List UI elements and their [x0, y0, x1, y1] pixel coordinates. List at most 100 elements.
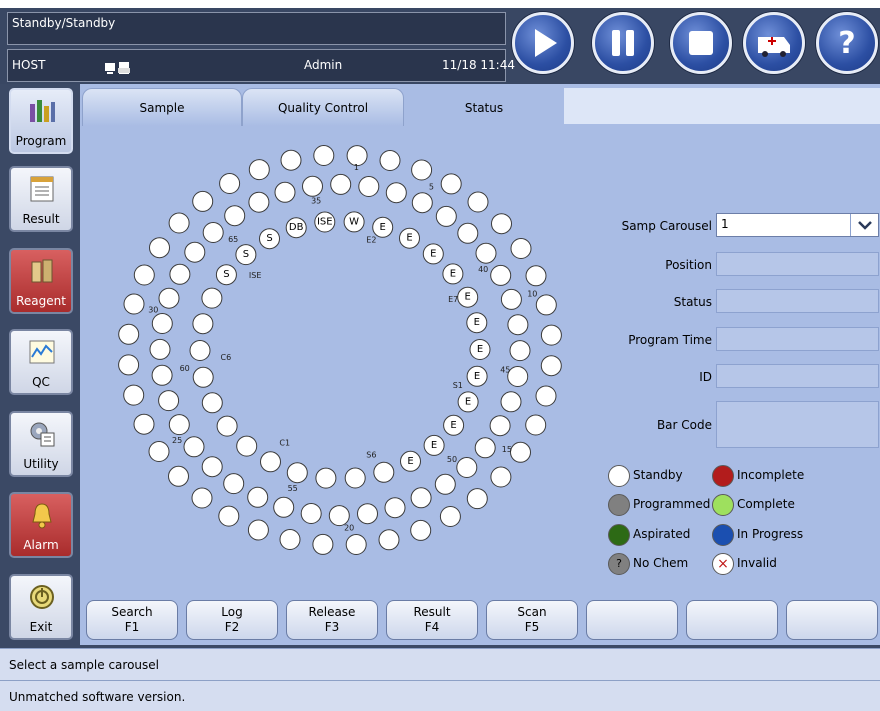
carousel-position[interactable] [500, 391, 522, 413]
carousel-position[interactable] [302, 175, 323, 197]
carousel-position[interactable] [435, 205, 457, 227]
carousel-position[interactable] [184, 241, 206, 263]
carousel-position[interactable] [500, 288, 522, 310]
start-button[interactable] [512, 12, 574, 74]
help-button[interactable]: ? [816, 12, 878, 74]
carousel-position[interactable]: E [400, 450, 421, 472]
blank-f8-button[interactable] [786, 600, 878, 640]
carousel-position[interactable] [236, 435, 258, 457]
carousel-position[interactable] [439, 506, 461, 527]
carousel-position[interactable]: S [215, 264, 237, 286]
carousel-position[interactable] [535, 294, 557, 316]
carousel-position[interactable] [219, 173, 241, 194]
carousel-position[interactable]: E [372, 216, 394, 238]
carousel-position[interactable]: E [422, 243, 444, 265]
chevron-down-icon[interactable] [850, 214, 878, 236]
carousel-position[interactable] [344, 467, 366, 489]
carousel-position[interactable] [168, 465, 189, 487]
carousel-position[interactable] [158, 287, 180, 309]
carousel-position[interactable] [123, 384, 145, 406]
carousel-position[interactable]: E [469, 339, 491, 360]
carousel-position[interactable] [274, 181, 296, 203]
carousel-position[interactable] [357, 503, 378, 525]
carousel-position[interactable] [330, 173, 352, 195]
carousel-position[interactable] [475, 242, 497, 264]
carousel-position[interactable] [440, 173, 462, 195]
carousel-position[interactable] [201, 287, 223, 309]
carousel-position[interactable] [273, 496, 295, 518]
carousel-position[interactable] [279, 529, 301, 550]
carousel-position[interactable] [247, 519, 269, 541]
carousel-position[interactable] [192, 313, 214, 335]
sidebar-item-exit[interactable]: Exit [9, 574, 73, 640]
carousel-position[interactable] [345, 534, 367, 555]
carousel-position[interactable] [192, 190, 214, 212]
carousel-position[interactable] [489, 415, 511, 437]
sidebar-item-qc[interactable]: QC [9, 329, 73, 395]
carousel-position[interactable] [434, 473, 456, 495]
carousel-position[interactable] [373, 461, 395, 483]
carousel-position[interactable] [300, 503, 322, 524]
carousel-position[interactable] [507, 314, 529, 336]
blank-f6-button[interactable] [586, 600, 678, 640]
carousel-position[interactable] [411, 159, 433, 181]
carousel-position[interactable]: S [235, 244, 257, 266]
carousel-position[interactable] [168, 212, 190, 234]
carousel-position[interactable]: ISE [314, 211, 336, 233]
tab-status[interactable]: Status [404, 88, 564, 126]
carousel-position[interactable]: E [423, 434, 445, 456]
carousel-position[interactable] [507, 366, 529, 387]
carousel-position[interactable] [378, 529, 400, 551]
carousel-position[interactable] [384, 497, 406, 519]
carousel-position[interactable] [201, 392, 223, 414]
carousel-position[interactable]: E [457, 286, 479, 308]
carousel-position[interactable] [123, 293, 145, 315]
carousel-position[interactable] [379, 150, 401, 171]
release-f3-button[interactable]: Release F3 [286, 600, 378, 640]
carousel-position[interactable] [158, 390, 180, 412]
result-f4-button[interactable]: Result F4 [386, 600, 478, 640]
carousel-position[interactable] [149, 338, 171, 360]
carousel-position[interactable] [224, 205, 246, 227]
carousel-position[interactable] [490, 264, 512, 286]
carousel-position[interactable] [466, 488, 488, 510]
carousel-position[interactable] [148, 441, 170, 462]
carousel-position[interactable] [456, 457, 478, 478]
carousel-position[interactable] [410, 487, 432, 509]
carousel-position[interactable] [535, 385, 557, 407]
emergency-button[interactable] [743, 12, 805, 74]
carousel-position[interactable] [223, 473, 245, 495]
carousel-position[interactable] [202, 222, 224, 243]
carousel-position[interactable] [183, 436, 205, 458]
carousel-position[interactable] [286, 462, 308, 484]
carousel-position[interactable]: S [259, 228, 280, 250]
carousel-position[interactable] [151, 313, 173, 334]
carousel-position[interactable] [248, 159, 270, 181]
carousel-position[interactable]: E [466, 312, 488, 334]
carousel-position[interactable] [525, 265, 547, 287]
carousel-position[interactable] [189, 340, 211, 361]
carousel-position[interactable] [490, 466, 512, 488]
carousel-position[interactable] [133, 264, 155, 286]
carousel-position[interactable] [191, 487, 213, 509]
carousel-position[interactable] [491, 213, 512, 235]
carousel-position[interactable] [192, 366, 214, 388]
carousel-position[interactable] [133, 413, 155, 435]
tab-quality-control[interactable]: Quality Control [242, 88, 404, 126]
carousel-position[interactable] [248, 191, 270, 213]
carousel-position[interactable] [410, 519, 432, 541]
carousel-position[interactable]: DB [285, 217, 307, 239]
carousel-position[interactable] [216, 415, 238, 437]
carousel-position[interactable]: E [442, 263, 464, 285]
log-f2-button[interactable]: Log F2 [186, 600, 278, 640]
scan-f5-button[interactable]: Scan F5 [486, 600, 578, 640]
carousel-position[interactable]: E [443, 414, 465, 436]
carousel-position[interactable] [149, 237, 170, 259]
carousel-position[interactable] [540, 355, 562, 377]
carousel-position[interactable] [467, 191, 489, 213]
carousel-position[interactable] [411, 192, 433, 214]
sidebar-item-reagent[interactable]: Reagent [9, 248, 73, 314]
carousel-position[interactable] [474, 437, 496, 459]
carousel-position[interactable] [218, 505, 240, 527]
carousel-position[interactable] [540, 324, 562, 346]
